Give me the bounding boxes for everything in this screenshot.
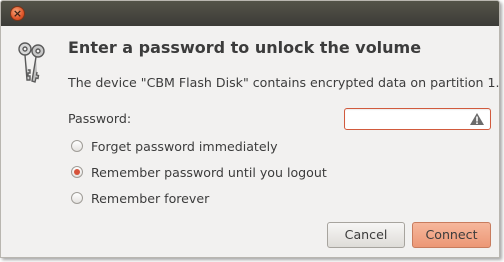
- keys-icon: [18, 42, 45, 83]
- dialog-heading: Enter a password to unlock the volume: [68, 38, 422, 57]
- titlebar: ×: [1, 1, 499, 26]
- dialog-description: The device "CBM Flash Disk" contains enc…: [68, 75, 500, 90]
- option-remember-forever[interactable]: Remember forever: [71, 189, 209, 207]
- radio-label: Forget password immediately: [91, 138, 278, 154]
- radio-button[interactable]: [71, 140, 83, 152]
- option-forget-immediately[interactable]: Forget password immediately: [71, 137, 278, 155]
- radio-button-selected[interactable]: [71, 166, 83, 178]
- option-remember-until-logout[interactable]: Remember password until you logout: [71, 163, 327, 181]
- password-label: Password:: [68, 111, 132, 126]
- password-input[interactable]: [344, 108, 491, 130]
- radio-button[interactable]: [71, 192, 83, 204]
- radio-label: Remember forever: [91, 190, 210, 206]
- connect-button[interactable]: Connect: [412, 222, 491, 248]
- dialog-window: × Enter a password to unlock the volume …: [0, 0, 500, 258]
- radio-label: Remember password until you logout: [91, 164, 327, 180]
- warning-icon: [470, 113, 484, 125]
- close-button[interactable]: ×: [10, 6, 25, 21]
- cancel-button[interactable]: Cancel: [327, 222, 405, 248]
